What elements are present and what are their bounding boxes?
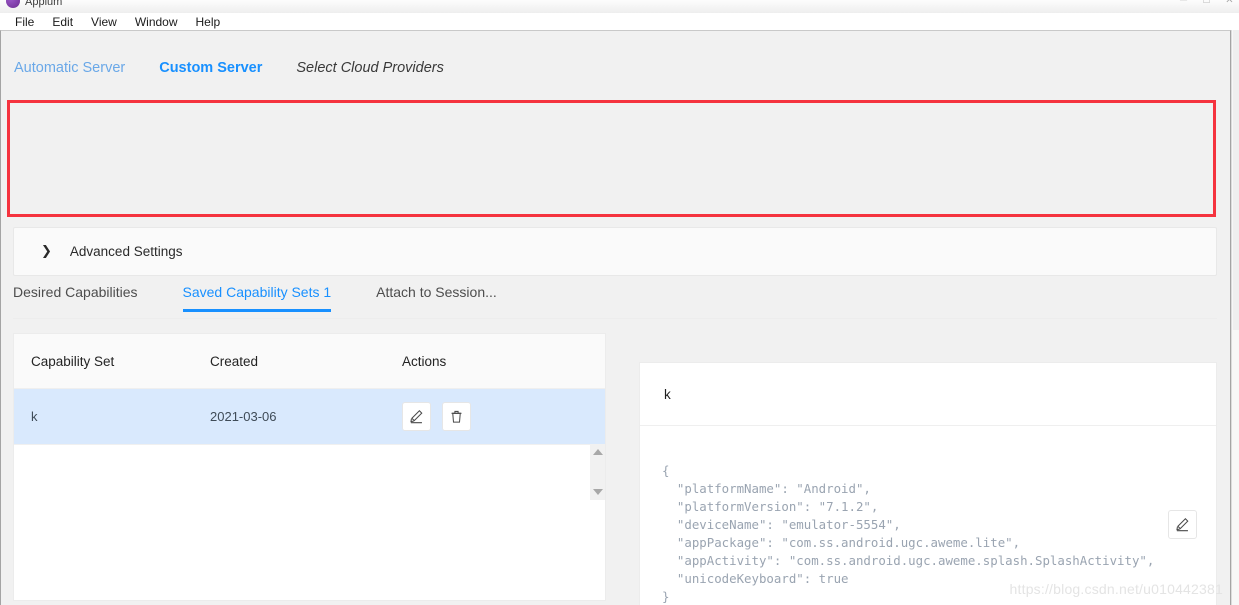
- window-titlebar: Appium ─ □ ✕: [0, 0, 1239, 13]
- remote-port-label: Remote Port: [624, 117, 723, 148]
- maximize-icon[interactable]: □: [1201, 0, 1212, 6]
- scroll-down-icon[interactable]: [592, 489, 603, 495]
- tab-select-cloud-providers[interactable]: Select Cloud Providers: [296, 60, 444, 76]
- ssl-label: SSL: [648, 181, 674, 196]
- scroll-up-icon[interactable]: [592, 449, 603, 455]
- window-controls[interactable]: ─ □ ✕: [1178, 0, 1235, 6]
- menubar: File Edit View Window Help: [0, 13, 1239, 30]
- menu-item-view[interactable]: View: [82, 14, 126, 30]
- table-scrollbar[interactable]: [590, 444, 605, 500]
- ssl-row: SSL: [624, 173, 824, 204]
- advanced-settings-label: Advanced Settings: [69, 244, 183, 259]
- page-scrollbar[interactable]: [1231, 30, 1239, 605]
- appium-logo-icon: [6, 0, 20, 8]
- table-header-row: Capability Set Created Actions: [14, 334, 605, 389]
- capability-tabs: Desired Capabilities Saved Capability Se…: [13, 284, 1217, 319]
- tab-saved-capability-sets[interactable]: Saved Capability Sets 1: [182, 284, 331, 312]
- detail-panel-body: { "platformName": "Android", "platformVe…: [640, 426, 1216, 605]
- table-row[interactable]: k 2021-03-06: [14, 389, 605, 500]
- capability-detail-panel: k { "platformName": "Android", "platform…: [639, 362, 1217, 605]
- window-title: Appium: [25, 0, 63, 8]
- remote-host-label: Remote Host: [23, 117, 125, 148]
- remote-host-input[interactable]: 127.0.0.1: [124, 117, 611, 148]
- tab-custom-server[interactable]: Custom Server: [159, 60, 262, 76]
- ssl-checkbox[interactable]: [624, 181, 639, 196]
- menu-item-file[interactable]: File: [6, 14, 43, 30]
- cell-capability-set-name: k: [31, 409, 38, 424]
- column-header-created: Created: [210, 353, 259, 369]
- chevron-right-icon: ❯: [41, 244, 52, 259]
- edit-icon: [1176, 518, 1189, 532]
- edit-capabilities-json-button[interactable]: [1168, 510, 1197, 539]
- tab-desired-capabilities[interactable]: Desired Capabilities: [13, 284, 138, 311]
- app-window: Appium ─ □ ✕ File Edit View Window Help …: [0, 0, 1239, 605]
- menu-item-edit[interactable]: Edit: [43, 14, 82, 30]
- minimize-icon[interactable]: ─: [1178, 0, 1189, 6]
- menu-item-window[interactable]: Window: [126, 14, 187, 30]
- server-type-tabs: Automatic Server Custom Server Select Cl…: [1, 47, 1230, 89]
- custom-server-form: Remote Host 127.0.0.1 Remote Port 4723 R…: [10, 103, 1213, 214]
- capability-json-view: { "platformName": "Android", "platformVe…: [662, 463, 1155, 605]
- delete-icon: [451, 410, 462, 423]
- remote-port-input[interactable]: 4723: [722, 117, 1212, 148]
- delete-capability-set-button[interactable]: [442, 402, 471, 431]
- cell-actions: [402, 402, 605, 431]
- advanced-settings-toggle[interactable]: ❯ Advanced Settings: [13, 227, 1217, 276]
- remote-path-row: Remote Path /wd/hub: [23, 173, 611, 204]
- close-icon[interactable]: ✕: [1224, 0, 1235, 6]
- column-header-capability-set: Capability Set: [31, 353, 115, 369]
- remote-port-row: Remote Port 4723: [624, 117, 1212, 148]
- column-header-actions: Actions: [402, 353, 447, 369]
- menu-item-help[interactable]: Help: [187, 14, 230, 30]
- cell-created-date: 2021-03-06: [210, 409, 277, 424]
- detail-panel-title: k: [640, 363, 1216, 426]
- edit-capability-set-button[interactable]: [402, 402, 431, 431]
- page-scrollbar-thumb[interactable]: [1233, 30, 1239, 330]
- capability-sets-table: Capability Set Created Actions k 2021-03…: [13, 333, 606, 601]
- remote-path-input[interactable]: /wd/hub: [124, 173, 611, 204]
- remote-host-row: Remote Host 127.0.0.1: [23, 117, 611, 148]
- remote-path-label: Remote Path: [23, 173, 125, 204]
- edit-icon: [410, 410, 423, 424]
- tab-attach-to-session[interactable]: Attach to Session...: [376, 284, 497, 311]
- tab-automatic-server[interactable]: Automatic Server: [14, 60, 125, 76]
- main-content: Automatic Server Custom Server Select Cl…: [0, 30, 1231, 605]
